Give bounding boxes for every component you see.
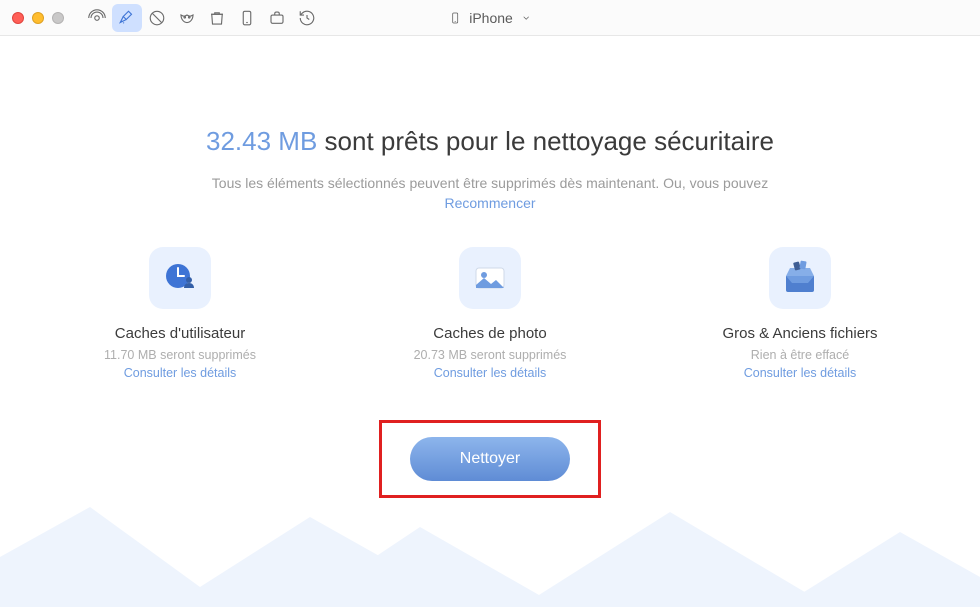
device-label: iPhone <box>469 10 513 26</box>
chevron-down-icon <box>521 13 531 23</box>
main-content: 32.43 MB sont prêts pour le nettoyage sé… <box>0 36 980 607</box>
app-window: iPhone 32.43 MB sont prêts pour le netto… <box>0 0 980 607</box>
traffic-lights <box>12 12 64 24</box>
card-details-link[interactable]: Consulter les détails <box>744 366 857 380</box>
trash-icon[interactable] <box>202 4 232 32</box>
toolbar-icons <box>82 4 322 32</box>
highlight-box: Nettoyer <box>379 420 601 498</box>
device-icon[interactable] <box>232 4 262 32</box>
card-details-link[interactable]: Consulter les détails <box>124 366 237 380</box>
subline: Tous les éléments sélectionnés peuvent ê… <box>0 175 980 191</box>
card-title: Caches d'utilisateur <box>115 325 245 342</box>
headline: 32.43 MB sont prêts pour le nettoyage sé… <box>0 126 980 157</box>
card-title: Caches de photo <box>433 325 546 342</box>
large-old-files-icon <box>769 247 831 309</box>
device-selector[interactable]: iPhone <box>439 6 541 30</box>
headline-size: 32.43 MB <box>206 126 317 156</box>
clean-button[interactable]: Nettoyer <box>410 437 570 481</box>
mask-icon[interactable] <box>172 4 202 32</box>
card-sub: Rien à être effacé <box>751 348 849 362</box>
card-photo-cache: Caches de photo 20.73 MB seront supprimé… <box>400 247 580 380</box>
card-details-link[interactable]: Consulter les détails <box>434 366 547 380</box>
minimize-window-button[interactable] <box>32 12 44 24</box>
restart-link[interactable]: Recommencer <box>0 195 980 211</box>
user-cache-icon <box>149 247 211 309</box>
card-large-old-files: Gros & Anciens fichiers Rien à être effa… <box>710 247 890 380</box>
card-user-cache: Caches d'utilisateur 11.70 MB seront sup… <box>90 247 270 380</box>
close-window-button[interactable] <box>12 12 24 24</box>
card-sub: 11.70 MB seront supprimés <box>104 348 256 362</box>
airplay-icon[interactable] <box>82 4 112 32</box>
background-mountains <box>0 497 980 607</box>
clean-button-wrap: Nettoyer <box>0 420 980 498</box>
clock-ban-icon[interactable] <box>142 4 172 32</box>
broom-icon[interactable] <box>112 4 142 32</box>
phone-icon <box>449 10 461 26</box>
category-cards: Caches d'utilisateur 11.70 MB seront sup… <box>0 247 980 380</box>
headline-rest: sont prêts pour le nettoyage sécuritaire <box>317 126 774 156</box>
photo-cache-icon <box>459 247 521 309</box>
zoom-window-button[interactable] <box>52 12 64 24</box>
titlebar: iPhone <box>0 0 980 36</box>
card-title: Gros & Anciens fichiers <box>722 325 877 342</box>
history-icon[interactable] <box>292 4 322 32</box>
card-sub: 20.73 MB seront supprimés <box>414 348 567 362</box>
briefcase-icon[interactable] <box>262 4 292 32</box>
